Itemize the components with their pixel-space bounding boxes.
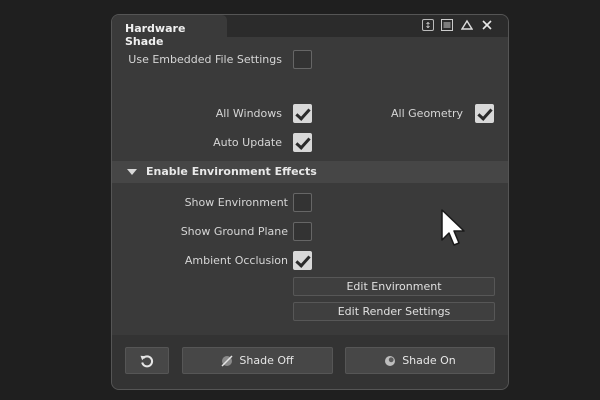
reset-button[interactable] [125,347,169,374]
shade-off-button[interactable]: Shade Off [182,347,333,374]
mouse-cursor-icon [440,208,466,251]
reset-icon [139,353,155,369]
shade-on-label: Shade On [402,354,456,367]
hardware-shade-panel: Hardware Shade ↕ Use Embedded File Setti… [111,14,509,390]
all-windows-label: All Windows [215,107,282,120]
dock-toggle-icon[interactable]: ↕ [422,19,434,31]
collapse-icon[interactable] [460,18,474,32]
edit-render-settings-button[interactable]: Edit Render Settings [293,302,495,321]
auto-update-label: Auto Update [213,136,282,149]
show-environment-label: Show Environment [184,196,288,209]
show-environment-checkbox[interactable] [293,193,312,212]
close-icon[interactable] [480,18,494,32]
ambient-occlusion-checkbox[interactable] [293,251,312,270]
expand-arrow-icon[interactable] [127,169,137,175]
all-geometry-checkbox[interactable] [475,104,494,123]
panel-titlebar: Hardware Shade ↕ [112,15,508,48]
show-ground-plane-checkbox[interactable] [293,222,312,241]
titlebar-icons: ↕ [422,18,494,32]
shade-on-button[interactable]: Shade On [345,347,495,374]
shade-off-label: Shade Off [239,354,294,367]
panel-footer: Shade Off Shade On [112,335,508,389]
panel-tab[interactable]: Hardware Shade [112,15,227,48]
use-embedded-file-settings-label: Use Embedded File Settings [128,53,282,66]
show-ground-plane-label: Show Ground Plane [180,225,288,238]
use-embedded-file-settings-checkbox[interactable] [293,50,312,69]
shade-off-icon [221,354,233,367]
shade-on-icon [384,355,396,367]
edit-environment-button[interactable]: Edit Environment [293,277,495,296]
all-geometry-label: All Geometry [391,107,463,120]
ambient-occlusion-label: Ambient Occlusion [184,254,288,267]
all-windows-checkbox[interactable] [293,104,312,123]
menu-icon[interactable] [440,18,454,32]
auto-update-checkbox[interactable] [293,133,312,152]
environment-effects-section-header[interactable]: Enable Environment Effects [112,161,508,183]
panel-tab-title: Hardware Shade [125,22,186,48]
section-title: Enable Environment Effects [146,165,317,178]
